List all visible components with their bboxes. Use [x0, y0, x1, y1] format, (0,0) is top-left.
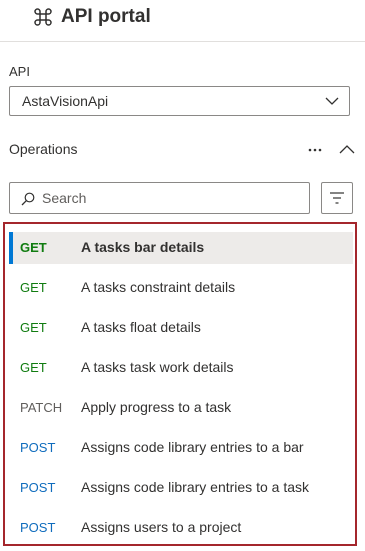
operation-name: A tasks task work details: [81, 359, 234, 375]
http-method: POST: [20, 520, 56, 535]
operation-name: Assigns code library entries to a task: [81, 479, 309, 495]
operation-name: Apply progress to a task: [81, 399, 232, 415]
http-method: GET: [20, 280, 47, 295]
http-method: GET: [20, 240, 47, 255]
selected-indicator: [9, 232, 13, 264]
operation-item[interactable]: GET A tasks bar details: [9, 232, 353, 264]
operation-name: A tasks float details: [81, 319, 201, 335]
search-input[interactable]: [42, 189, 302, 207]
operations-list: GET A tasks bar details GET A tasks cons…: [3, 222, 357, 546]
operation-name: Assigns code library entries to a bar: [81, 439, 304, 455]
chevron-up-icon[interactable]: [338, 142, 356, 158]
operation-item[interactable]: GET A tasks float details: [9, 312, 353, 344]
filter-icon: [330, 192, 344, 204]
command-icon: [34, 8, 52, 26]
more-options-icon[interactable]: [305, 140, 325, 160]
api-dropdown[interactable]: AstaVisionApi: [9, 86, 350, 116]
operation-item[interactable]: POST Assigns code library entries to a t…: [9, 472, 353, 504]
operation-name: A tasks constraint details: [81, 279, 236, 295]
operation-name: A tasks bar details: [81, 239, 205, 255]
operation-name: Assigns users to a project: [81, 519, 242, 535]
http-method: POST: [20, 440, 56, 455]
api-dropdown-value: AstaVisionApi: [22, 93, 109, 109]
filter-button[interactable]: [321, 182, 353, 214]
operation-item[interactable]: GET A tasks task work details: [9, 352, 353, 384]
search-icon: [21, 192, 35, 206]
operation-item[interactable]: POST Assigns code library entries to a b…: [9, 432, 353, 464]
operation-item[interactable]: POST Assigns users to a project: [9, 512, 353, 544]
operation-item[interactable]: PATCH Apply progress to a task: [9, 392, 353, 424]
chevron-down-icon: [325, 97, 339, 105]
page-title: API portal: [61, 6, 151, 27]
http-method: GET: [20, 360, 47, 375]
http-method: GET: [20, 320, 47, 335]
http-method: PATCH: [20, 400, 63, 415]
search-box[interactable]: [9, 182, 310, 214]
app-header: API portal: [0, 0, 365, 42]
operations-label: Operations: [9, 141, 78, 157]
api-label: API: [9, 64, 30, 79]
operation-item[interactable]: GET A tasks constraint details: [9, 272, 353, 304]
http-method: POST: [20, 480, 56, 495]
